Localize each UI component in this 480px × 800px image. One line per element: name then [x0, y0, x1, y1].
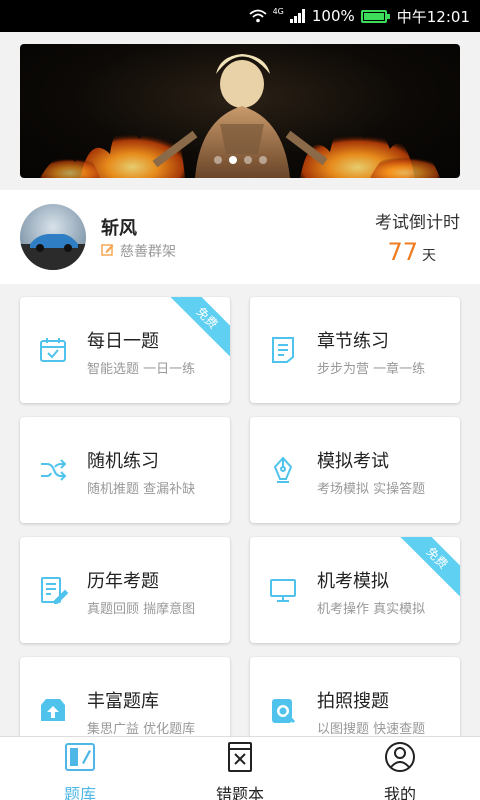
- card-title: 模拟考试: [317, 451, 389, 472]
- card-chapter-practice[interactable]: 章节练习 步步为营 一章一练: [250, 297, 460, 403]
- card-past-exams[interactable]: 历年考题 真题回顾 揣摩意图: [20, 537, 230, 643]
- card-subtitle: 考场模拟 实操答题: [317, 482, 426, 497]
- countdown: 77 天: [387, 238, 436, 266]
- card-subtitle: 随机推题 查漏补缺: [87, 482, 196, 497]
- document-lines-icon: [268, 335, 298, 365]
- carousel-dot[interactable]: [228, 156, 237, 164]
- card-title: 丰富题库: [87, 691, 159, 712]
- clock: 中午12:01: [396, 7, 470, 26]
- card-daily-question[interactable]: 每日一题 智能选题 一日一练 免费: [20, 297, 230, 403]
- card-subtitle: 机考操作 真实模拟: [317, 602, 426, 617]
- nav-wrong-notebook[interactable]: 错题本: [160, 737, 320, 800]
- car-avatar-image: [20, 234, 86, 270]
- card-title: 章节练习: [317, 331, 389, 352]
- card-subtitle: 真题回顾 揣摩意图: [87, 602, 196, 617]
- nav-label: 题库: [63, 785, 96, 800]
- profile-panel: 斩风 慈善群架 考试倒计时 77 天: [0, 190, 480, 284]
- card-random-practice[interactable]: 随机练习 随机推题 查漏补缺: [20, 417, 230, 523]
- nav-question-bank[interactable]: 题库: [0, 737, 160, 800]
- username: 斩风: [101, 218, 137, 239]
- question-bank-icon: [64, 741, 96, 777]
- monitor-icon: [268, 575, 298, 605]
- card-computer-exam[interactable]: 机考模拟 机考操作 真实模拟 免费: [250, 537, 460, 643]
- nav-label: 错题本: [215, 785, 264, 800]
- carousel-dot[interactable]: [243, 156, 252, 164]
- edit-icon: [101, 243, 114, 260]
- carousel-indicator: [20, 156, 460, 164]
- card-title: 机考模拟: [317, 571, 389, 592]
- signature[interactable]: 慈善群架: [101, 241, 176, 261]
- user-circle-icon: [384, 741, 416, 777]
- battery-percent: 100%: [311, 7, 355, 25]
- countdown-days: 77: [387, 238, 418, 266]
- card-subtitle: 步步为营 一章一练: [317, 362, 426, 377]
- status-bar: 4G 100% 中午12:01: [0, 0, 480, 32]
- card-title: 历年考题: [87, 571, 159, 592]
- avatar[interactable]: [20, 204, 86, 270]
- card-title: 每日一题: [87, 331, 159, 352]
- free-badge: 免费: [167, 297, 230, 358]
- countdown-unit: 天: [422, 248, 436, 264]
- shuffle-icon: [38, 455, 68, 485]
- bottom-nav: 题库 错题本 我的: [0, 736, 480, 800]
- carousel-dot[interactable]: [213, 156, 222, 164]
- upload-box-icon: [38, 695, 68, 725]
- wifi-icon: [248, 9, 267, 23]
- card-title: 拍照搜题: [317, 691, 389, 712]
- calendar-check-icon: [38, 335, 68, 365]
- battery-icon: [360, 9, 390, 23]
- paper-edit-icon: [38, 575, 69, 605]
- card-title: 随机练习: [87, 451, 159, 472]
- pen-nib-icon: [268, 455, 298, 485]
- photo-search-icon: [268, 695, 298, 725]
- countdown-label: 考试倒计时: [375, 213, 460, 233]
- signature-text: 慈善群架: [120, 244, 176, 260]
- card-mock-exam[interactable]: 模拟考试 考场模拟 实操答题: [250, 417, 460, 523]
- card-subtitle: 以图搜题 快速查题: [317, 722, 426, 737]
- signal-icon: [289, 9, 306, 23]
- carousel-dot[interactable]: [258, 156, 267, 164]
- banner-carousel[interactable]: [20, 44, 460, 178]
- network-type: 4G: [272, 7, 284, 16]
- nav-label: 我的: [383, 785, 416, 800]
- card-subtitle: 集思广益 优化题库: [87, 722, 196, 737]
- wrong-notebook-icon: [224, 741, 256, 777]
- free-badge: 免费: [397, 537, 460, 598]
- card-subtitle: 智能选题 一日一练: [87, 362, 196, 377]
- nav-mine[interactable]: 我的: [320, 737, 480, 800]
